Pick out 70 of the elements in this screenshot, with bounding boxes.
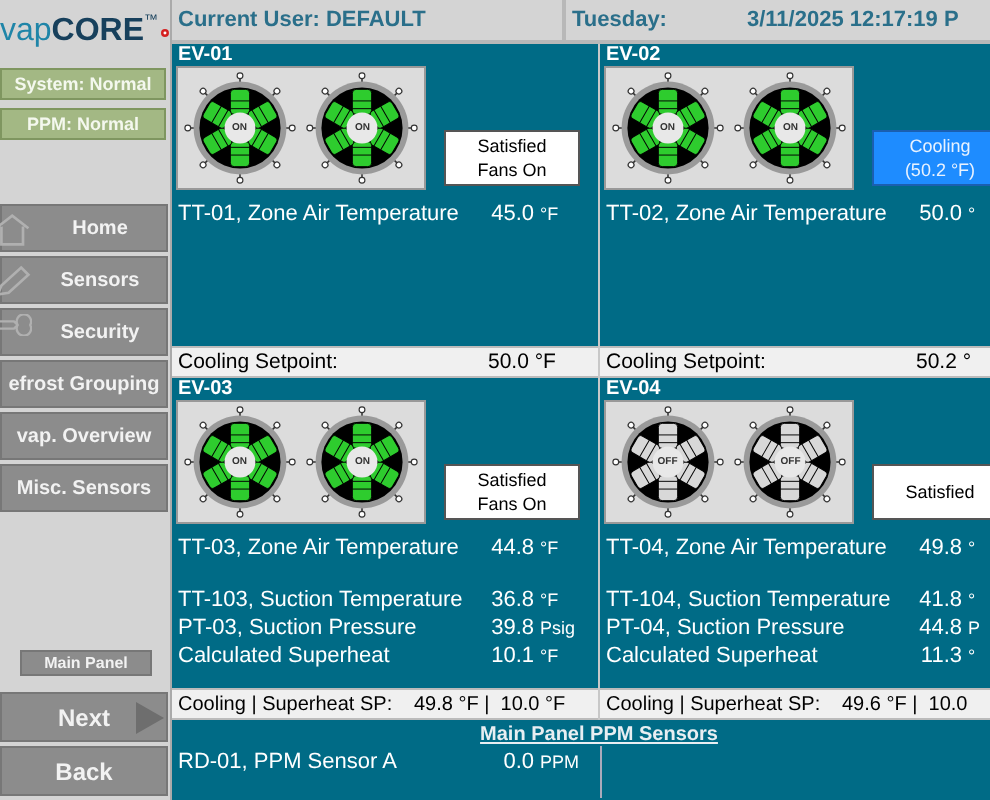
section-title: Main Panel PPM Sensors [480,724,718,746]
reading-unit: °F [538,538,561,558]
main-panel-button[interactable]: Main Panel [20,650,152,676]
reading-label: TT-104, Suction Temperature [606,588,893,612]
reading-label: PT-04, Suction Pressure [606,616,847,640]
nav-button[interactable]: Misc. Sensors [0,464,168,512]
footer-label: Cooling Setpoint: [606,350,768,374]
reading-label: TT-04, Zone Air Temperature [606,536,889,560]
nav-button[interactable]: vap. Overview [0,412,168,460]
reading-value: 41.8 [917,588,962,612]
reading-unit: Psig [538,618,578,638]
footer-value: 50.2 ° [916,350,974,374]
footer-label: Cooling Setpoint: [178,350,340,374]
status-box: Satisfied Fans On [444,464,580,520]
reading-value: 36.8 [489,588,534,612]
panel-title: EV-01 [176,44,235,66]
reading-unit: ° [966,646,978,666]
house-icon [0,210,32,250]
reading-label: TT-02, Zone Air Temperature [606,202,889,226]
reading-unit: °F [538,646,561,666]
sensor-unit: PPM [538,752,582,772]
logo-text: CORE [51,14,145,50]
reading-label: Calculated Superheat [178,644,392,668]
play-icon [136,702,164,734]
footer-value: 50.0 °F [488,350,558,374]
back-button[interactable]: Back [0,746,168,796]
reading-unit: P [966,618,983,638]
status-box: Cooling (50.2 °F) [872,130,990,186]
reading-value: 49.8 [917,536,962,560]
footer-value: 49.6 °F | 10.0 [842,693,970,715]
nav-button[interactable]: efrost Grouping [0,360,168,408]
day-label: Tuesday: [572,8,667,32]
sensor-value: 0.0 [501,750,534,774]
reading-label: PT-03, Suction Pressure [178,616,419,640]
panel-title: EV-03 [176,378,235,400]
reading-unit: °F [538,590,561,610]
reading-label: TT-01, Zone Air Temperature [178,202,461,226]
nav-button[interactable]: Security [0,308,168,356]
reading-label: TT-103, Suction Temperature [178,588,465,612]
footer-label: Cooling | Superheat SP: [178,693,395,715]
next-button[interactable]: Next [0,692,168,742]
reading-label: TT-03, Zone Air Temperature [178,536,461,560]
reading-value: 10.1 [489,644,534,668]
reading-unit: ° [966,538,978,558]
reading-value: 44.8 [917,616,962,640]
nav-button[interactable]: Home [0,204,168,252]
reading-label: Calculated Superheat [606,644,820,668]
footer-value: 49.8 °F | 10.0 °F [414,693,568,715]
footer-label: Cooling | Superheat SP: [606,693,823,715]
date-time: 3/11/2025 12:17:19 P [746,8,959,32]
current-user: Current User: DEFAULT [172,0,566,40]
status-indicator: System: Normal [0,68,166,100]
reading-value: 44.8 [489,536,534,560]
reading-unit: °F [538,204,561,224]
logo-text: vap [0,14,52,50]
key-icon [0,314,32,336]
reading-unit: ° [966,590,978,610]
status-indicator: PPM: Normal [0,108,166,140]
reading-value: 45.0 [489,202,534,226]
reading-value: 50.0 [917,202,962,226]
panel-title: EV-04 [604,378,663,400]
reading-value: 39.8 [489,616,534,640]
pencil-icon [0,262,32,302]
reading-value: 11.3 [918,644,962,668]
panel-title: EV-02 [604,44,663,66]
nav-button[interactable]: Sensors [0,256,168,304]
reading-unit: ° [966,204,978,224]
sensor-label: RD-01, PPM Sensor A [178,750,399,774]
status-box: Satisfied Fans On [444,130,580,186]
status-box: Satisfied [872,464,990,520]
